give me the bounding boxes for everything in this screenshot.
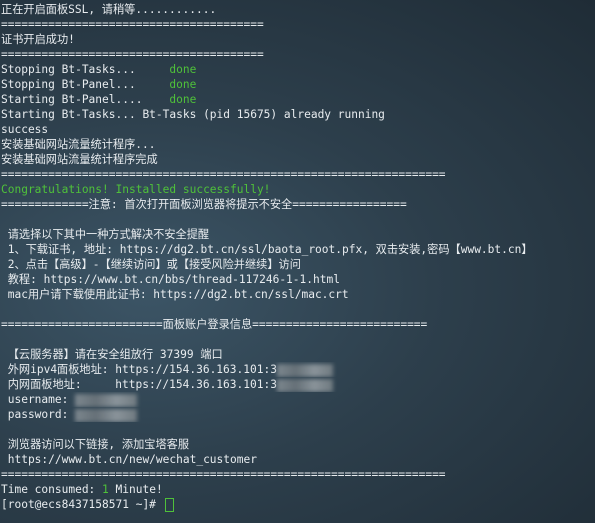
- password-label: password:: [1, 408, 76, 421]
- stopping-panel-text: Stopping Bt-Panel...: [1, 78, 136, 91]
- redacted-password: [75, 408, 138, 422]
- done-status: done: [169, 78, 197, 91]
- download-cert-line: 1、下载证书, 地址: https://dg2.bt.cn/ssl/baota_…: [1, 243, 533, 256]
- customer-service-link: https://www.bt.cn/new/wechat_customer: [1, 453, 257, 466]
- redacted-port: [276, 363, 333, 377]
- redacted-port: [276, 378, 333, 392]
- separator-line: =======================================: [1, 18, 264, 31]
- success-line: success: [1, 123, 49, 136]
- terminal-window[interactable]: 正在开启面板SSL, 请稍等............ =============…: [0, 0, 595, 523]
- stopping-panel-line: Stopping Bt-Panel... done: [1, 77, 595, 92]
- tutorial-line: 教程: https://www.bt.cn/bbs/thread-117246-…: [1, 273, 340, 286]
- internal-panel-address: 内网面板地址: https://154.36.163.101:3: [1, 378, 277, 391]
- warning-header-line: =============注意: 首次打开面板浏览器将提示不安全========…: [1, 198, 407, 211]
- username-label: username:: [1, 393, 76, 406]
- external-panel-address-line: 外网ipv4面板地址: https://154.36.163.101:3: [1, 362, 595, 377]
- choose-method-line: 请选择以下其中一种方式解决不安全提醒: [1, 228, 210, 241]
- time-consumed-line: Time consumed: 1 Minute!: [1, 482, 595, 497]
- congratulations-line: Congratulations! Installed successfully!: [1, 183, 271, 196]
- security-group-line: 【云服务器】请在安全组放行 37399 端口: [1, 348, 223, 361]
- time-consumed-unit: Minute!: [108, 483, 163, 496]
- separator-line: ========================================…: [1, 168, 446, 181]
- login-info-header-line: ========================面板账户登录信息========…: [1, 318, 428, 331]
- internal-panel-address-line: 内网面板地址: https://154.36.163.101:3: [1, 377, 595, 392]
- time-consumed-value: 1: [102, 483, 109, 496]
- ssl-success-line: 证书开启成功!: [1, 33, 75, 46]
- done-status: done: [169, 93, 197, 106]
- starting-panel-text: Starting Bt-Panel....: [1, 93, 143, 106]
- install-stats-line: 安装基础网站流量统计程序...: [1, 138, 156, 151]
- separator-line: =======================================: [1, 48, 264, 61]
- shell-prompt-line[interactable]: [root@ecs8437158571 ~]#: [1, 497, 595, 512]
- shell-prompt: [root@ecs8437158571 ~]#: [1, 498, 163, 511]
- username-line: username:: [1, 392, 595, 407]
- advanced-continue-line: 2、点击【高级】-【继续访问】或【接受风险并继续】访问: [1, 258, 301, 271]
- separator-line: ========================================…: [1, 468, 446, 481]
- done-status: done: [169, 63, 197, 76]
- install-stats-done-line: 安装基础网站流量统计程序完成: [1, 153, 158, 166]
- customer-service-line: 浏览器访问以下链接, 添加宝塔客服: [1, 438, 190, 451]
- password-line: password:: [1, 407, 595, 422]
- stopping-tasks-text: Stopping Bt-Tasks...: [1, 63, 136, 76]
- external-panel-address: 外网ipv4面板地址: https://154.36.163.101:3: [1, 363, 277, 376]
- starting-panel-line: Starting Bt-Panel.... done: [1, 92, 595, 107]
- time-consumed-label: Time consumed:: [1, 483, 103, 496]
- ssl-enabling-line: 正在开启面板SSL, 请稍等............: [1, 3, 217, 16]
- mac-cert-line: mac用户请下载使用此证书: https://dg2.bt.cn/ssl/mac…: [1, 288, 349, 301]
- cursor-icon[interactable]: [164, 498, 174, 512]
- stopping-tasks-line: Stopping Bt-Tasks... done: [1, 62, 595, 77]
- starting-tasks-line: Starting Bt-Tasks... Bt-Tasks (pid 15675…: [1, 108, 385, 121]
- redacted-username: [75, 393, 138, 407]
